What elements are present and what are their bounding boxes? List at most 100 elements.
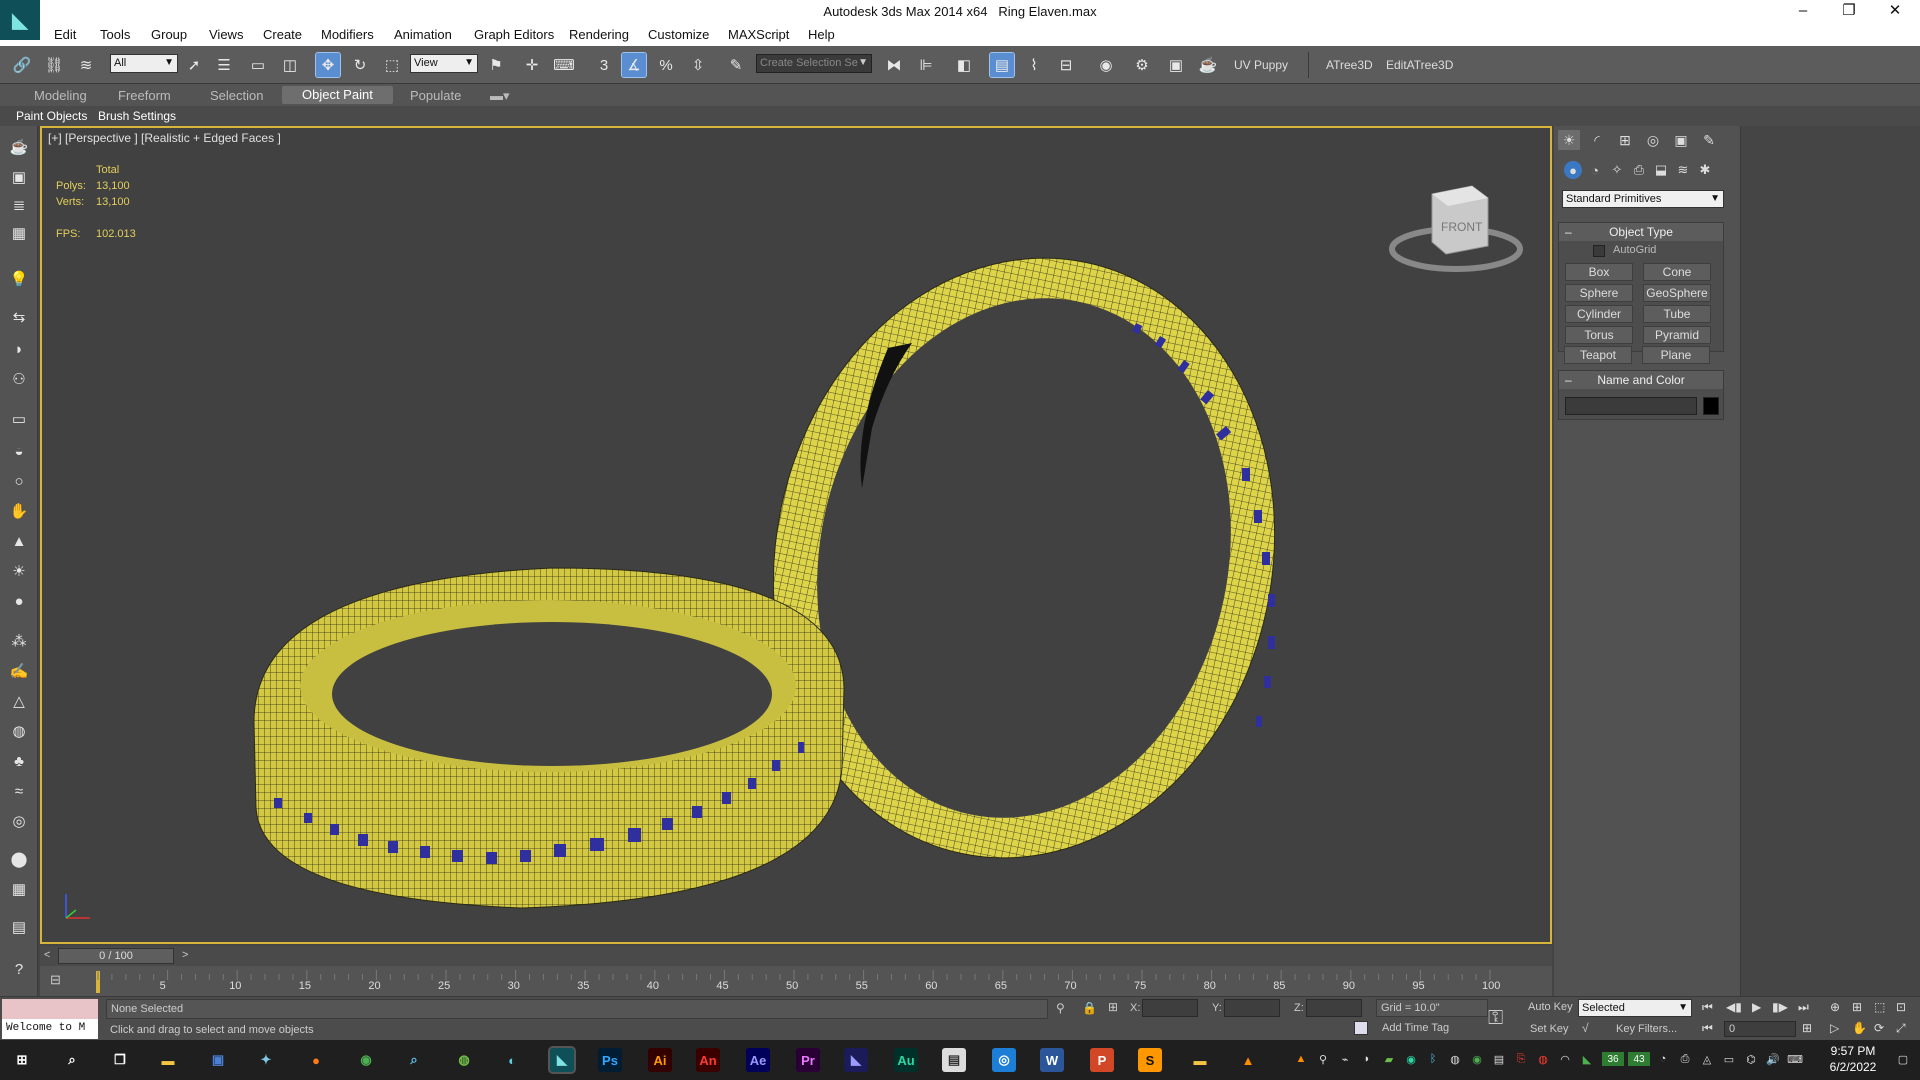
atree3d-button[interactable]: ATree3D — [1326, 58, 1373, 72]
lights-icon[interactable]: ✧ — [1608, 161, 1626, 179]
sphere-button[interactable]: Sphere — [1565, 284, 1633, 302]
menu-create[interactable]: Create — [263, 27, 302, 42]
snaps-toggle-icon[interactable]: 3 — [592, 53, 616, 77]
menu-help[interactable]: Help — [808, 27, 835, 42]
store-icon[interactable]: ▣ — [206, 1048, 230, 1072]
previous-frame-icon[interactable]: ◀▮ — [1726, 1000, 1742, 1014]
next-frame-icon[interactable]: > — [182, 949, 188, 961]
key-mode-dropdown[interactable]: Selected ▼ — [1578, 999, 1692, 1017]
set-key-icon[interactable]: ⚿ — [1488, 1007, 1503, 1030]
screen-icon[interactable]: ▣ — [8, 166, 30, 188]
play-icon[interactable]: ▶ — [1752, 1000, 1761, 1014]
orbit-view-icon[interactable]: ⟳ — [1874, 1021, 1884, 1035]
reference-coordinate-dropdown[interactable]: View ▼ — [410, 54, 478, 73]
brush-settings-panel[interactable]: Brush Settings — [98, 109, 176, 123]
select-object-icon[interactable]: ➚ — [182, 53, 206, 77]
network-icon[interactable]: ⌬ — [1744, 1052, 1758, 1066]
selection-filter-dropdown[interactable]: All ▼ — [110, 54, 178, 73]
autogrid-checkbox[interactable] — [1593, 245, 1605, 257]
zoom-all-icon[interactable]: ⊞ — [1852, 1000, 1862, 1014]
tab-selection[interactable]: Selection — [210, 88, 263, 103]
media-encoder-icon[interactable]: ◣ — [844, 1048, 868, 1072]
vlc-icon[interactable]: ▲ — [1236, 1048, 1260, 1072]
edit-named-selection-icon[interactable]: ✎ — [724, 53, 748, 77]
audition-icon[interactable]: Au — [894, 1048, 918, 1072]
close-icon[interactable]: ✕ — [1874, 0, 1916, 24]
create-tab-icon[interactable]: ☀ — [1558, 130, 1580, 150]
display-tab-icon[interactable]: ▣ — [1670, 130, 1692, 150]
shapes-icon[interactable]: ◔ — [1586, 161, 1604, 179]
rectangular-selection-icon[interactable]: ▭ — [246, 53, 270, 77]
hair-icon[interactable]: ≈ — [8, 780, 30, 802]
after-effects-icon[interactable]: Ae — [746, 1048, 770, 1072]
menu-tools[interactable]: Tools — [100, 27, 130, 42]
z-coordinate-input[interactable] — [1306, 999, 1362, 1017]
zoom-extents-all-icon[interactable]: ⊡ — [1896, 1000, 1906, 1014]
circle-icon[interactable]: ○ — [8, 470, 30, 492]
restore-icon[interactable]: ❐ — [1828, 0, 1870, 24]
uv-puppy-button[interactable]: UV Puppy — [1234, 58, 1288, 72]
select-and-scale-icon[interactable]: ⬚ — [380, 53, 404, 77]
paint-icon[interactable]: ✍ — [8, 660, 30, 682]
bind-space-warp-icon[interactable]: ≋ — [74, 53, 98, 77]
cone-icon[interactable]: ▲ — [8, 530, 30, 552]
paint-objects-panel[interactable]: Paint Objects — [16, 109, 87, 123]
bluetooth-icon[interactable]: ᛒ — [1426, 1052, 1440, 1066]
track-bar[interactable]: ⊟ 5 10 15 20 25 30 35 40 45 50 55 60 65 70 75 80 85 90 95 1… — [40, 966, 1552, 996]
particles-icon[interactable]: ⁂ — [8, 630, 30, 652]
sublime-icon[interactable]: S — [1138, 1048, 1162, 1072]
animate-icon[interactable]: An — [696, 1048, 720, 1072]
material-editor-icon[interactable]: ◉ — [1094, 53, 1118, 77]
3ds-max-taskbar-icon[interactable]: ◣ — [548, 1046, 576, 1074]
nvidia-icon[interactable]: ▰ — [1382, 1052, 1396, 1066]
mirror-icon[interactable]: ⧓ — [882, 53, 906, 77]
windows-start-icon[interactable]: ⊞ — [10, 1048, 34, 1072]
teapot-icon[interactable]: ☕ — [8, 136, 30, 158]
unlink-icon[interactable]: ⛓ — [42, 53, 66, 77]
folder-icon[interactable]: ▬ — [1188, 1048, 1212, 1072]
notifications-icon[interactable]: ▢ — [1896, 1052, 1910, 1066]
editatree3d-button[interactable]: EditATree3D — [1386, 58, 1453, 72]
link-icon[interactable]: 🔗 — [10, 53, 34, 77]
lock-icon[interactable]: 🔒 — [1082, 1001, 1097, 1015]
key-curve-icon[interactable]: √ — [1582, 1021, 1589, 1035]
shell-icon[interactable]: ◎ — [8, 810, 30, 832]
browser-icon[interactable]: ◐ — [500, 1048, 524, 1072]
tube-button[interactable]: Tube — [1643, 305, 1711, 323]
box-icon[interactable]: ▭ — [8, 408, 30, 430]
tab-modeling[interactable]: Modeling — [34, 88, 87, 103]
layer-icon[interactable]: ▤ — [8, 916, 30, 938]
list-icon[interactable]: ≣ — [8, 194, 30, 216]
hierarchy-tab-icon[interactable]: ⊞ — [1614, 130, 1636, 150]
firefox-icon[interactable]: ● — [304, 1048, 328, 1072]
vlc-tray-icon[interactable]: ▲ — [1294, 1052, 1308, 1066]
helpers-icon[interactable]: ⬓ — [1652, 161, 1670, 179]
photoshop-icon[interactable]: Ps — [598, 1048, 622, 1072]
ring-lying[interactable] — [253, 567, 845, 909]
key-mode-toggle-icon[interactable]: ⏮ — [1702, 1021, 1713, 1036]
zoom-extents-icon[interactable]: ⬚ — [1874, 1000, 1885, 1014]
systems-icon[interactable]: ✱ — [1696, 161, 1714, 179]
isolate-icon[interactable]: ⚲ — [1056, 1001, 1065, 1015]
select-manipulate-icon[interactable]: ✛ — [520, 53, 544, 77]
maxscript-mini-listener[interactable]: Welcome to M — [2, 1019, 98, 1039]
graphite-ribbon-icon[interactable]: ▤ — [989, 52, 1015, 78]
percent-snap-icon[interactable]: % — [654, 53, 678, 77]
pyramid-button[interactable]: Pyramid — [1643, 326, 1711, 344]
named-selection-set-field[interactable]: Create Selection Se ▼ — [756, 54, 872, 73]
select-and-move-icon[interactable]: ✥ — [315, 52, 341, 78]
keyboard-shortcut-override-icon[interactable]: ⌨ — [552, 53, 576, 77]
pyramid-icon[interactable]: △ — [8, 690, 30, 712]
tray-app-8-icon[interactable]: ◣ — [1580, 1052, 1594, 1066]
object-color-swatch[interactable] — [1703, 397, 1719, 415]
usb-icon[interactable]: ⌁ — [1338, 1052, 1352, 1066]
motion-tab-icon[interactable]: ◎ — [1642, 130, 1664, 150]
render-setup-icon[interactable]: ⚙ — [1130, 53, 1154, 77]
absolute-mode-icon[interactable]: ⊞ — [1108, 1000, 1118, 1014]
globe-app-icon[interactable]: ◍ — [452, 1048, 476, 1072]
menu-customize[interactable]: Customize — [648, 27, 709, 42]
field-of-view-icon[interactable]: ▷ — [1830, 1021, 1839, 1035]
menu-animation[interactable]: Animation — [394, 27, 452, 42]
key-filters-button[interactable]: Key Filters... — [1616, 1023, 1677, 1035]
search-icon[interactable]: ⌕ — [60, 1048, 84, 1072]
